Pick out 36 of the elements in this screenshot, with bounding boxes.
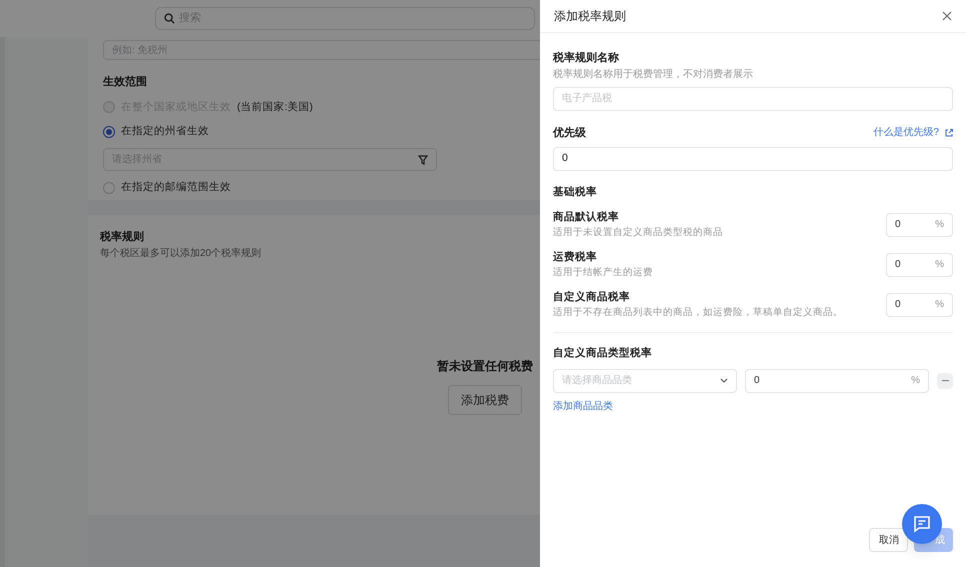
rate-description: 适用于未设置自定义商品类型税的商品 bbox=[553, 226, 723, 240]
rate-field[interactable]: 0 % bbox=[745, 368, 929, 392]
field-description: 税率规则名称用于税费管理，不对消费者展示 bbox=[553, 68, 754, 82]
search-icon bbox=[164, 13, 175, 24]
rate-label: 商品默认税率 bbox=[553, 210, 620, 225]
drawer-title: 添加税率规则 bbox=[554, 8, 626, 25]
section-title: 自定义商品类型税率 bbox=[553, 346, 653, 361]
section-description: 每个税区最多可以添加20个税率规则 bbox=[100, 246, 262, 260]
help-link[interactable]: 什么是优先级? bbox=[873, 125, 953, 140]
close-icon[interactable] bbox=[942, 11, 952, 21]
radio-button[interactable] bbox=[103, 126, 115, 138]
rate-label: 运费税率 bbox=[553, 250, 598, 265]
empty-state-text: 暂未设置任何税费 bbox=[437, 358, 533, 374]
radio-note: (当前国家:美国) bbox=[237, 100, 313, 114]
add-tax-button[interactable]: 添加税费 bbox=[448, 384, 522, 414]
chevron-down-icon bbox=[720, 378, 728, 383]
field-label: 优先级 bbox=[553, 126, 586, 140]
rate-description: 适用于不存在商品列表中的商品，如运费险，草稿单自定义商品。 bbox=[553, 306, 843, 320]
external-link-icon bbox=[945, 128, 953, 137]
rate-description: 适用于结帐产生的运费 bbox=[553, 266, 653, 280]
priority-field[interactable]: 0 bbox=[553, 147, 953, 171]
cancel-button[interactable]: 取消 bbox=[869, 528, 908, 552]
radio-label: 在指定的邮编范围生效 bbox=[121, 180, 231, 195]
remove-button[interactable] bbox=[937, 372, 953, 388]
section-title: 税率规则 bbox=[100, 230, 144, 245]
rate-label: 自定义商品税率 bbox=[553, 290, 631, 305]
rate-field[interactable]: 0 % bbox=[886, 252, 953, 277]
section-title: 生效范围 bbox=[103, 74, 147, 90]
rate-field[interactable]: 0 % bbox=[886, 212, 953, 237]
chat-icon bbox=[913, 515, 931, 533]
add-category-link[interactable]: 添加商品品类 bbox=[553, 398, 613, 414]
minus-icon bbox=[942, 380, 948, 382]
section-title: 基础税率 bbox=[553, 185, 598, 200]
rate-field[interactable]: 0 % bbox=[886, 292, 953, 317]
radio-label: 在指定的州省生效 bbox=[121, 124, 209, 140]
filter-icon bbox=[418, 154, 428, 164]
